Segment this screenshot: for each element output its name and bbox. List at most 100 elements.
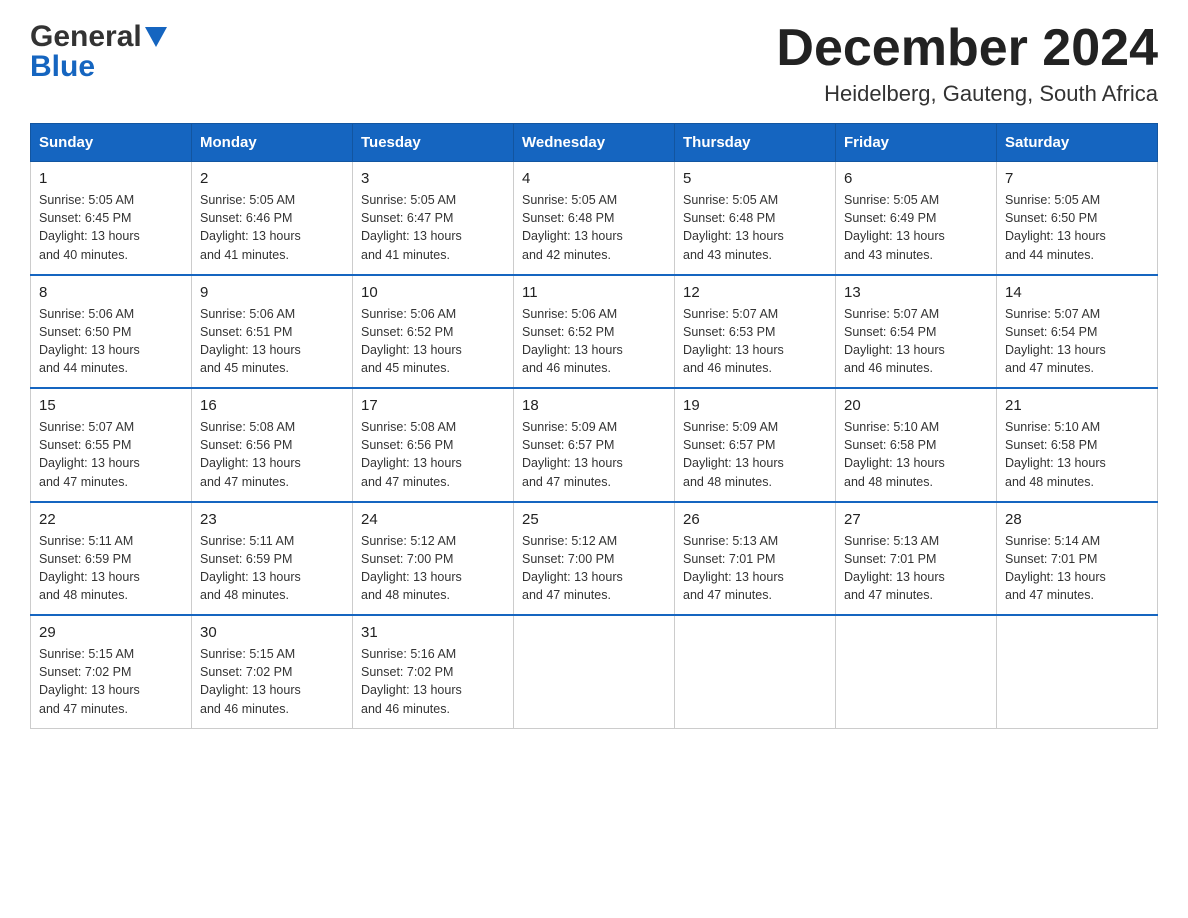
day-info: Sunrise: 5:05 AMSunset: 6:47 PMDaylight:…	[361, 191, 505, 264]
table-cell: 27 Sunrise: 5:13 AMSunset: 7:01 PMDayligh…	[836, 502, 997, 616]
week-row-4: 22 Sunrise: 5:11 AMSunset: 6:59 PMDayligh…	[31, 502, 1158, 616]
page-header: General Blue December 2024 Heidelberg, G…	[30, 20, 1158, 107]
logo-blue-text: Blue	[30, 50, 95, 84]
day-number: 4	[522, 170, 666, 187]
table-cell: 15 Sunrise: 5:07 AMSunset: 6:55 PMDayligh…	[31, 388, 192, 502]
day-number: 26	[683, 511, 827, 528]
week-row-2: 8 Sunrise: 5:06 AMSunset: 6:50 PMDaylight…	[31, 275, 1158, 389]
week-row-5: 29Sunrise: 5:15 AMSunset: 7:02 PMDayligh…	[31, 615, 1158, 728]
day-info: Sunrise: 5:09 AMSunset: 6:57 PMDaylight:…	[683, 418, 827, 491]
day-number: 28	[1005, 511, 1149, 528]
table-cell: 19Sunrise: 5:09 AMSunset: 6:57 PMDayligh…	[675, 388, 836, 502]
day-number: 23	[200, 511, 344, 528]
day-info: Sunrise: 5:06 AMSunset: 6:52 PMDaylight:…	[522, 305, 666, 378]
day-info: Sunrise: 5:16 AMSunset: 7:02 PMDaylight:…	[361, 645, 505, 718]
day-info: Sunrise: 5:13 AMSunset: 7:01 PMDaylight:…	[844, 532, 988, 605]
week-row-3: 15 Sunrise: 5:07 AMSunset: 6:55 PMDayligh…	[31, 388, 1158, 502]
table-cell	[514, 615, 675, 728]
table-cell: 10 Sunrise: 5:06 AMSunset: 6:52 PMDayligh…	[353, 275, 514, 389]
day-info: Sunrise: 5:05 AMSunset: 6:49 PMDaylight:…	[844, 191, 988, 264]
day-number: 5	[683, 170, 827, 187]
day-info: Sunrise: 5:12 AMSunset: 7:00 PMDaylight:…	[361, 532, 505, 605]
day-info: Sunrise: 5:09 AMSunset: 6:57 PMDaylight:…	[522, 418, 666, 491]
table-cell: 20 Sunrise: 5:10 AMSunset: 6:58 PMDayligh…	[836, 388, 997, 502]
table-cell: 4 Sunrise: 5:05 AMSunset: 6:48 PMDaylight…	[514, 162, 675, 275]
day-number: 10	[361, 284, 505, 301]
table-cell: 21 Sunrise: 5:10 AMSunset: 6:58 PMDayligh…	[997, 388, 1158, 502]
day-info: Sunrise: 5:08 AMSunset: 6:56 PMDaylight:…	[361, 418, 505, 491]
table-cell: 22 Sunrise: 5:11 AMSunset: 6:59 PMDayligh…	[31, 502, 192, 616]
table-cell: 8 Sunrise: 5:06 AMSunset: 6:50 PMDaylight…	[31, 275, 192, 389]
day-info: Sunrise: 5:15 AMSunset: 7:02 PMDaylight:…	[200, 645, 344, 718]
header-wednesday: Wednesday	[514, 124, 675, 162]
table-cell: 3 Sunrise: 5:05 AMSunset: 6:47 PMDaylight…	[353, 162, 514, 275]
header-tuesday: Tuesday	[353, 124, 514, 162]
header-thursday: Thursday	[675, 124, 836, 162]
day-info: Sunrise: 5:10 AMSunset: 6:58 PMDaylight:…	[1005, 418, 1149, 491]
day-info: Sunrise: 5:05 AMSunset: 6:45 PMDaylight:…	[39, 191, 183, 264]
day-info: Sunrise: 5:05 AMSunset: 6:48 PMDaylight:…	[522, 191, 666, 264]
table-cell: 26 Sunrise: 5:13 AMSunset: 7:01 PMDayligh…	[675, 502, 836, 616]
day-number: 18	[522, 397, 666, 414]
day-number: 3	[361, 170, 505, 187]
table-cell: 18 Sunrise: 5:09 AMSunset: 6:57 PMDayligh…	[514, 388, 675, 502]
table-cell: 28Sunrise: 5:14 AMSunset: 7:01 PMDayligh…	[997, 502, 1158, 616]
day-info: Sunrise: 5:06 AMSunset: 6:52 PMDaylight:…	[361, 305, 505, 378]
logo-general-text: General	[30, 20, 142, 54]
day-number: 2	[200, 170, 344, 187]
day-info: Sunrise: 5:06 AMSunset: 6:50 PMDaylight:…	[39, 305, 183, 378]
table-cell	[675, 615, 836, 728]
day-number: 1	[39, 170, 183, 187]
logo: General Blue	[30, 20, 167, 84]
day-number: 7	[1005, 170, 1149, 187]
day-number: 27	[844, 511, 988, 528]
day-info: Sunrise: 5:07 AMSunset: 6:54 PMDaylight:…	[844, 305, 988, 378]
table-cell: 17 Sunrise: 5:08 AMSunset: 6:56 PMDayligh…	[353, 388, 514, 502]
day-info: Sunrise: 5:05 AMSunset: 6:46 PMDaylight:…	[200, 191, 344, 264]
table-cell: 13 Sunrise: 5:07 AMSunset: 6:54 PMDayligh…	[836, 275, 997, 389]
table-cell: 9Sunrise: 5:06 AMSunset: 6:51 PMDaylight…	[192, 275, 353, 389]
day-number: 12	[683, 284, 827, 301]
table-cell: 25Sunrise: 5:12 AMSunset: 7:00 PMDayligh…	[514, 502, 675, 616]
day-info: Sunrise: 5:15 AMSunset: 7:02 PMDaylight:…	[39, 645, 183, 718]
day-number: 15	[39, 397, 183, 414]
day-number: 30	[200, 624, 344, 641]
day-number: 20	[844, 397, 988, 414]
table-cell: 7Sunrise: 5:05 AMSunset: 6:50 PMDaylight…	[997, 162, 1158, 275]
day-info: Sunrise: 5:13 AMSunset: 7:01 PMDaylight:…	[683, 532, 827, 605]
day-number: 31	[361, 624, 505, 641]
week-row-1: 1 Sunrise: 5:05 AMSunset: 6:45 PMDaylight…	[31, 162, 1158, 275]
day-number: 21	[1005, 397, 1149, 414]
table-cell: 11 Sunrise: 5:06 AMSunset: 6:52 PMDayligh…	[514, 275, 675, 389]
header-monday: Monday	[192, 124, 353, 162]
day-info: Sunrise: 5:11 AMSunset: 6:59 PMDaylight:…	[39, 532, 183, 605]
table-cell: 1 Sunrise: 5:05 AMSunset: 6:45 PMDaylight…	[31, 162, 192, 275]
day-number: 24	[361, 511, 505, 528]
day-info: Sunrise: 5:12 AMSunset: 7:00 PMDaylight:…	[522, 532, 666, 605]
table-cell: 5 Sunrise: 5:05 AMSunset: 6:48 PMDaylight…	[675, 162, 836, 275]
table-cell: 12 Sunrise: 5:07 AMSunset: 6:53 PMDayligh…	[675, 275, 836, 389]
day-info: Sunrise: 5:05 AMSunset: 6:48 PMDaylight:…	[683, 191, 827, 264]
table-cell: 2 Sunrise: 5:05 AMSunset: 6:46 PMDaylight…	[192, 162, 353, 275]
day-number: 14	[1005, 284, 1149, 301]
day-number: 11	[522, 284, 666, 301]
day-number: 16	[200, 397, 344, 414]
day-info: Sunrise: 5:07 AMSunset: 6:53 PMDaylight:…	[683, 305, 827, 378]
table-cell: 14Sunrise: 5:07 AMSunset: 6:54 PMDayligh…	[997, 275, 1158, 389]
day-number: 8	[39, 284, 183, 301]
day-info: Sunrise: 5:07 AMSunset: 6:55 PMDaylight:…	[39, 418, 183, 491]
table-cell	[997, 615, 1158, 728]
day-number: 13	[844, 284, 988, 301]
header-saturday: Saturday	[997, 124, 1158, 162]
day-number: 17	[361, 397, 505, 414]
day-info: Sunrise: 5:11 AMSunset: 6:59 PMDaylight:…	[200, 532, 344, 605]
table-cell: 30 Sunrise: 5:15 AMSunset: 7:02 PMDayligh…	[192, 615, 353, 728]
day-number: 22	[39, 511, 183, 528]
calendar-title: December 2024	[776, 20, 1158, 77]
logo-arrow-icon	[145, 27, 167, 52]
table-cell: 29Sunrise: 5:15 AMSunset: 7:02 PMDayligh…	[31, 615, 192, 728]
day-info: Sunrise: 5:10 AMSunset: 6:58 PMDaylight:…	[844, 418, 988, 491]
table-cell: 16Sunrise: 5:08 AMSunset: 6:56 PMDayligh…	[192, 388, 353, 502]
day-info: Sunrise: 5:06 AMSunset: 6:51 PMDaylight:…	[200, 305, 344, 378]
table-cell: 31 Sunrise: 5:16 AMSunset: 7:02 PMDayligh…	[353, 615, 514, 728]
